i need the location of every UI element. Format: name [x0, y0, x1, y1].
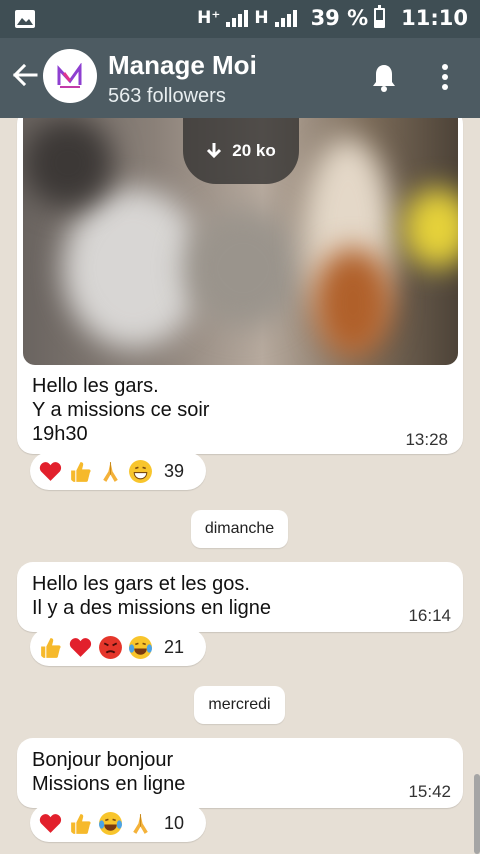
reactions-bar[interactable]: 39	[30, 452, 206, 490]
message-text: Hello les gars et les gos. Il y a des mi…	[32, 573, 272, 619]
angry-face-icon	[99, 635, 122, 659]
status-bar: H⁺ H 39 % 11:10	[0, 0, 480, 38]
channel-avatar[interactable]	[43, 49, 97, 103]
battery-icon	[374, 5, 386, 28]
bell-icon[interactable]	[371, 63, 397, 93]
clock: 11:10	[401, 6, 468, 30]
tears-of-joy-face-icon	[129, 635, 152, 659]
message-time: 13:28	[405, 430, 448, 449]
battery-percent: 39 %	[310, 6, 369, 30]
download-button[interactable]: 20 ko	[183, 118, 299, 184]
folded-hands-icon	[133, 813, 148, 834]
scrollbar[interactable]	[474, 774, 480, 854]
heart-icon	[39, 461, 62, 481]
reactions-bar[interactable]: 10	[30, 804, 206, 842]
download-arrow-icon	[207, 143, 222, 159]
date-separator: dimanche	[191, 510, 288, 548]
signal-strength-icon	[226, 9, 249, 27]
message-time: 16:14	[408, 606, 451, 625]
thumbs-up-icon	[71, 461, 91, 482]
reaction-count: 10	[164, 812, 185, 833]
manage-moi-logo	[57, 63, 82, 88]
grinning-face-icon	[129, 459, 152, 483]
heart-icon	[69, 637, 92, 657]
followers-count: 563 followers	[108, 85, 226, 107]
more-options-icon[interactable]	[438, 64, 452, 94]
date-separator: mercredi	[194, 686, 285, 724]
reaction-count: 21	[164, 636, 185, 657]
thumbs-up-icon	[41, 637, 61, 658]
gallery-icon	[15, 10, 35, 28]
channel-title[interactable]: Manage Moi	[108, 50, 257, 81]
message-time: 15:42	[408, 782, 451, 801]
channel-header: Manage Moi 563 followers	[0, 38, 480, 118]
network-type-label: H⁺	[197, 8, 221, 28]
reaction-count: 39	[164, 460, 185, 481]
reactions-bar[interactable]: 21	[30, 628, 206, 666]
network-type-label-2: H	[254, 8, 269, 28]
message-text: Hello les gars. Y a missions ce soir 19h…	[32, 375, 210, 445]
heart-icon	[39, 813, 62, 833]
folded-hands-icon	[103, 461, 118, 482]
tears-of-joy-face-icon	[99, 811, 122, 835]
message-text: Bonjour bonjour Missions en ligne	[32, 749, 186, 795]
chat-area[interactable]: 20 ko Hello les gars. Y a missions ce so…	[0, 118, 480, 854]
back-arrow-icon[interactable]	[10, 60, 40, 90]
thumbs-up-icon	[71, 813, 91, 834]
signal-strength-icon-2	[274, 9, 297, 27]
file-size-label: 20 ko	[232, 141, 276, 160]
